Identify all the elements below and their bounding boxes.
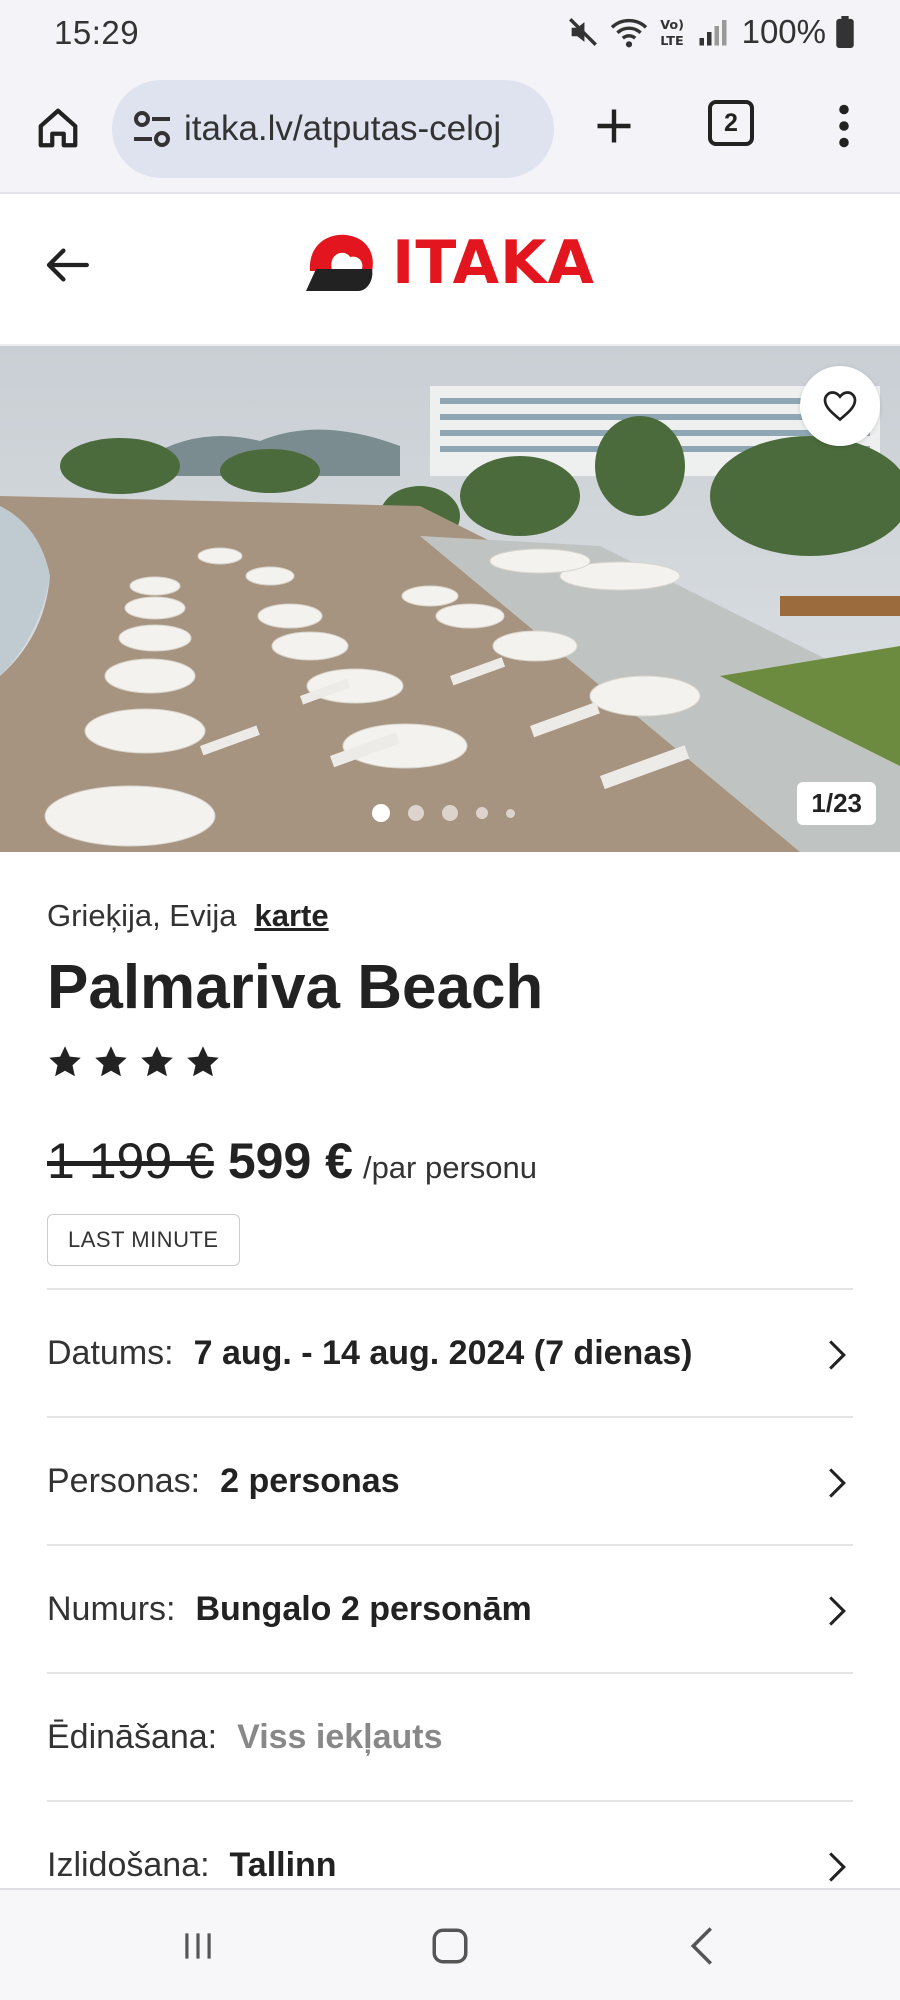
logo-text: ITAKA <box>392 228 595 298</box>
arrow-left-icon <box>46 248 89 282</box>
browser-toolbar: itaka.lv/atputas-celoj 2 <box>0 66 900 194</box>
heart-icon <box>823 391 857 422</box>
detail-value: Viss iekļauts <box>237 1717 443 1756</box>
detail-label: Personas: <box>47 1461 201 1500</box>
detail-label: Izlidošana: <box>47 1845 210 1884</box>
back-nav-button[interactable] <box>672 1918 732 1974</box>
site-settings-icon[interactable] <box>128 105 176 153</box>
hotel-photo <box>0 346 900 852</box>
volte-icon: Vo)LTE <box>660 18 684 49</box>
tabs-button[interactable]: 2 <box>708 100 754 146</box>
chevron-right-icon <box>829 1852 846 1882</box>
map-link[interactable]: karte <box>255 898 329 934</box>
more-menu-button[interactable] <box>826 94 862 158</box>
logo-mark-icon <box>306 234 373 291</box>
new-tab-button[interactable] <box>584 96 644 156</box>
photo-counter: 1/23 <box>797 782 876 825</box>
wifi-icon <box>610 18 647 48</box>
detail-value: 7 aug. - 14 aug. 2024 (7 dienas) <box>193 1333 693 1372</box>
home-nav-button[interactable] <box>420 1918 480 1974</box>
detail-label: Numurs: <box>47 1589 176 1628</box>
svg-text:LTE: LTE <box>660 34 683 49</box>
detail-value: Bungalo 2 personām <box>195 1589 532 1628</box>
itaka-logo[interactable]: ITAKA <box>302 226 595 300</box>
recent-apps-button[interactable] <box>168 1918 228 1974</box>
star-rating <box>47 1044 221 1080</box>
detail-row-date[interactable]: Datums: 7 aug. - 14 aug. 2024 (7 dienas) <box>47 1288 853 1416</box>
detail-label: Datums: <box>47 1333 174 1372</box>
detail-row-room[interactable]: Numurs: Bungalo 2 personām <box>47 1544 853 1672</box>
status-icons: Vo) LTE 100% <box>566 12 854 52</box>
battery-percent: 100% <box>741 13 826 50</box>
plus-icon <box>597 109 631 143</box>
star-icon <box>141 1046 173 1077</box>
price-unit: /par personu <box>362 1150 538 1185</box>
home-button[interactable] <box>30 100 86 156</box>
price-row: 1 199 € 599 € /par personu <box>47 1132 537 1190</box>
home-square-icon <box>432 1928 468 1964</box>
pagination-dot[interactable] <box>506 808 515 818</box>
hotel-photo-gallery[interactable]: 1/23 <box>0 346 900 852</box>
recent-apps-icon <box>185 1933 211 1959</box>
more-vert-icon <box>839 104 849 148</box>
last-minute-badge: LAST MINUTE <box>47 1214 240 1266</box>
detail-value: Tallinn <box>229 1845 337 1884</box>
hotel-name: Palmariva Beach <box>47 953 544 1022</box>
location-text: Grieķija, Evija <box>47 898 237 933</box>
system-navigation-bar <box>0 1888 900 2000</box>
status-bar: 15:29 Vo) LTE 100% <box>0 0 900 66</box>
detail-label: Ēdināšana: <box>47 1717 218 1756</box>
chevron-right-icon <box>829 1340 846 1370</box>
star-icon <box>49 1046 81 1077</box>
favorite-button[interactable] <box>800 366 880 446</box>
current-price: 599 € <box>227 1133 353 1189</box>
home-icon <box>38 108 78 148</box>
back-chevron-icon <box>690 1927 712 1965</box>
address-bar[interactable]: itaka.lv/atputas-celoj <box>112 80 554 178</box>
url-text[interactable]: itaka.lv/atputas-celoj <box>184 109 501 149</box>
status-time: 15:29 <box>54 14 140 51</box>
signal-icon <box>699 20 727 46</box>
battery-icon <box>836 16 854 48</box>
offer-details-list: Datums: 7 aug. - 14 aug. 2024 (7 dienas)… <box>47 1288 853 1928</box>
pagination-dot[interactable] <box>442 805 458 821</box>
back-button[interactable] <box>40 238 94 292</box>
detail-row-meals: Ēdināšana: Viss iekļauts <box>47 1672 853 1800</box>
svg-text:Vo): Vo) <box>660 18 684 33</box>
pagination-dot[interactable] <box>372 804 390 822</box>
chevron-right-icon <box>829 1468 846 1498</box>
detail-row-persons[interactable]: Personas: 2 personas <box>47 1416 853 1544</box>
mute-icon <box>568 18 597 46</box>
gallery-pagination <box>372 804 515 822</box>
location-row: Grieķija, Evija karte <box>47 898 329 934</box>
chevron-right-icon <box>829 1596 846 1626</box>
pagination-dot[interactable] <box>476 807 488 819</box>
old-price: 1 199 € <box>47 1133 214 1189</box>
star-icon <box>95 1046 127 1077</box>
detail-value: 2 personas <box>220 1461 400 1500</box>
pagination-dot[interactable] <box>408 805 424 821</box>
site-header: ITAKA <box>0 194 900 346</box>
tab-count: 2 <box>724 108 738 137</box>
star-icon <box>187 1046 219 1077</box>
